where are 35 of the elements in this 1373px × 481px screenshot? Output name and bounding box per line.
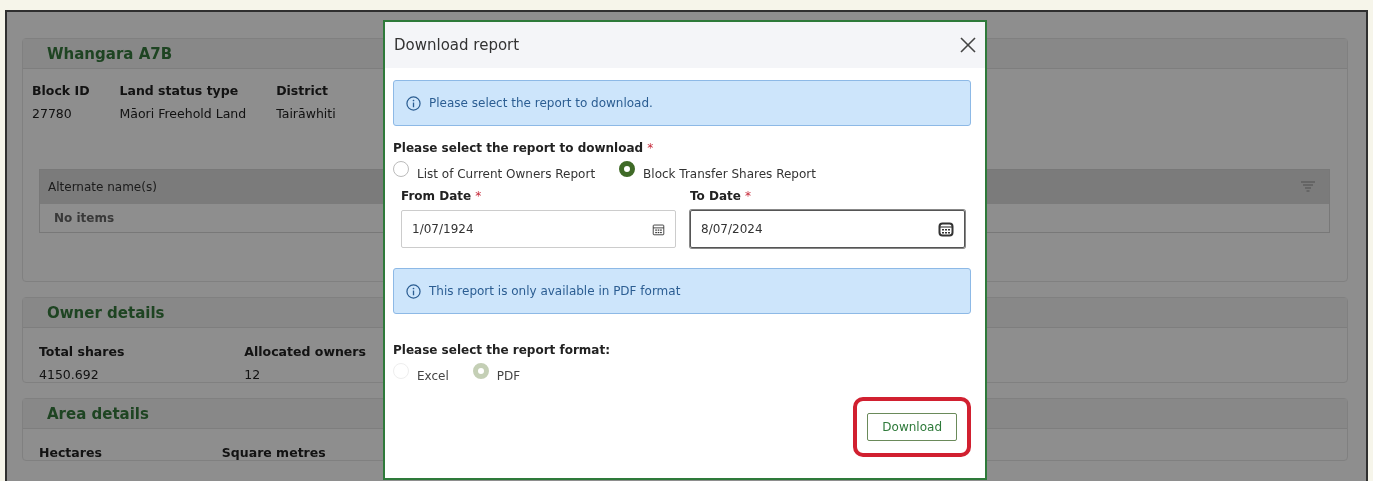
field-label: Total shares (39, 344, 125, 359)
group-label: Please select the report to download * (393, 141, 654, 155)
field-label: Hectares (39, 445, 102, 460)
radio-option[interactable]: Block Transfer Shares Report (619, 161, 816, 181)
field-value: Māori Freehold Land (119, 106, 247, 121)
column-header: Alternate name(s) (48, 180, 157, 194)
info-icon (406, 95, 421, 111)
field-value: 12 (244, 367, 261, 382)
date-label: From Date * (401, 189, 483, 203)
field-value: 27780 (32, 106, 72, 121)
empty-message: No items (54, 211, 115, 225)
field-label: Land status type (119, 83, 239, 98)
radio-option[interactable]: List of Current Owners Report (393, 161, 596, 181)
date-field[interactable]: 8/07/2024 (690, 210, 965, 248)
download-button[interactable]: Download (867, 413, 957, 441)
date-label: To Date * (690, 189, 752, 203)
calendar-icon[interactable] (652, 222, 665, 236)
section-title: Whangara A7B (47, 44, 173, 63)
section-title: Owner details (47, 303, 165, 322)
date-field[interactable]: 1/07/1924 (401, 210, 676, 248)
section-title: Area details (47, 404, 149, 423)
group-label: Please select the report format: (393, 343, 611, 357)
field-label: Square metres (221, 445, 326, 460)
calendar-icon[interactable] (938, 221, 954, 237)
field-label: District (276, 83, 329, 98)
field-label: Block ID (32, 83, 90, 98)
field-value: Tairāwhiti (276, 106, 336, 121)
radio-button[interactable] (393, 161, 409, 177)
field-label: Allocated owners (244, 344, 366, 359)
field-value: 4150.692 (39, 367, 99, 382)
alert-text: Please select the report to download. (429, 96, 653, 110)
radio-button[interactable] (619, 161, 636, 177)
dialog-title: Download report (394, 36, 520, 54)
alert-text: This report is only available in PDF format (429, 284, 681, 298)
info-icon (406, 283, 421, 299)
